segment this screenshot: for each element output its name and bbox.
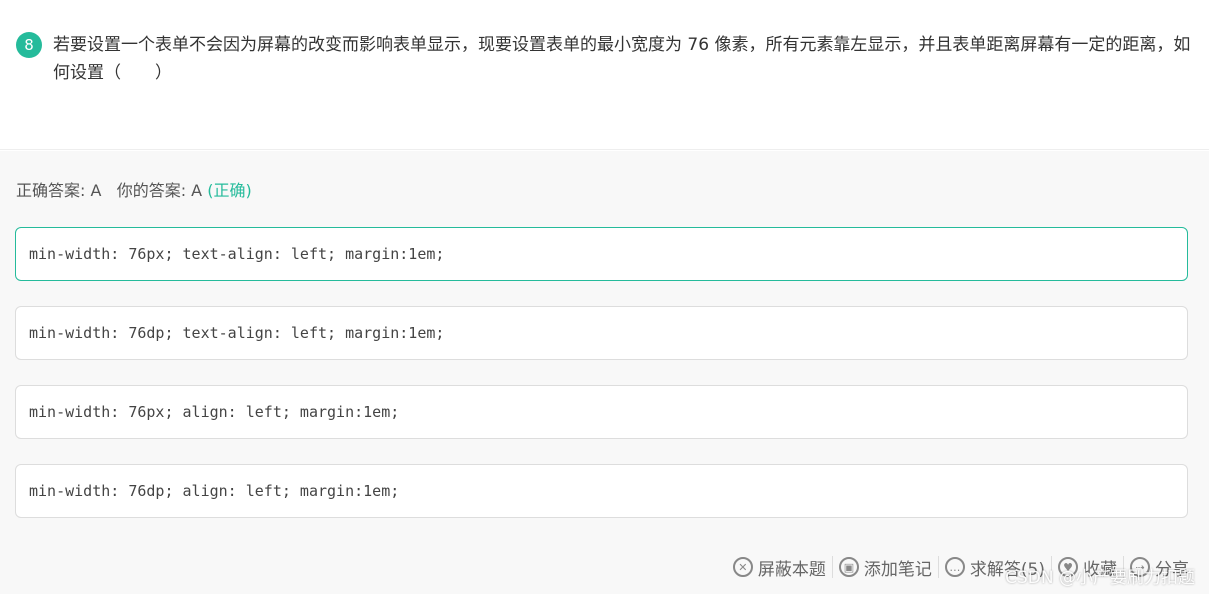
option-a[interactable]: min-width: 76px; text-align: left; margi… (15, 227, 1188, 281)
comment-icon: … (944, 557, 965, 577)
question-text: 若要设置一个表单不会因为屏幕的改变而影响表单显示，现要设置表单的最小宽度为 76… (53, 35, 1191, 83)
option-d[interactable]: min-width: 76dp; align: left; margin:1em… (15, 464, 1188, 518)
your-answer-label: 你的答案: A (116, 181, 203, 200)
option-b[interactable]: min-width: 76dp; text-align: left; margi… (15, 306, 1188, 360)
book-icon: ▣ (838, 557, 859, 577)
answer-status: (正确) (207, 181, 252, 200)
question-number-badge: 8 (16, 32, 42, 58)
block-question-label: 屏蔽本题 (757, 559, 826, 580)
close-circle-icon: ✕ (732, 557, 753, 577)
option-c[interactable]: min-width: 76px; align: left; margin:1em… (15, 385, 1188, 439)
question-panel: 8 若要设置一个表单不会因为屏幕的改变而影响表单显示，现要设置表单的最小宽度为 … (0, 0, 1209, 150)
watermark: CSDN @小产要刷力扣题 (1005, 568, 1195, 588)
block-question-button[interactable]: ✕ 屏蔽本题 (727, 555, 832, 580)
correct-answer-label: 正确答案: A (16, 181, 102, 200)
add-note-button[interactable]: ▣ 添加笔记 (833, 555, 938, 580)
add-note-label: 添加笔记 (863, 559, 932, 580)
answer-area: 正确答案: A 你的答案: A (正确) min-width: 76px; te… (0, 151, 1209, 594)
answer-result: 正确答案: A 你的答案: A (正确) (16, 177, 252, 201)
